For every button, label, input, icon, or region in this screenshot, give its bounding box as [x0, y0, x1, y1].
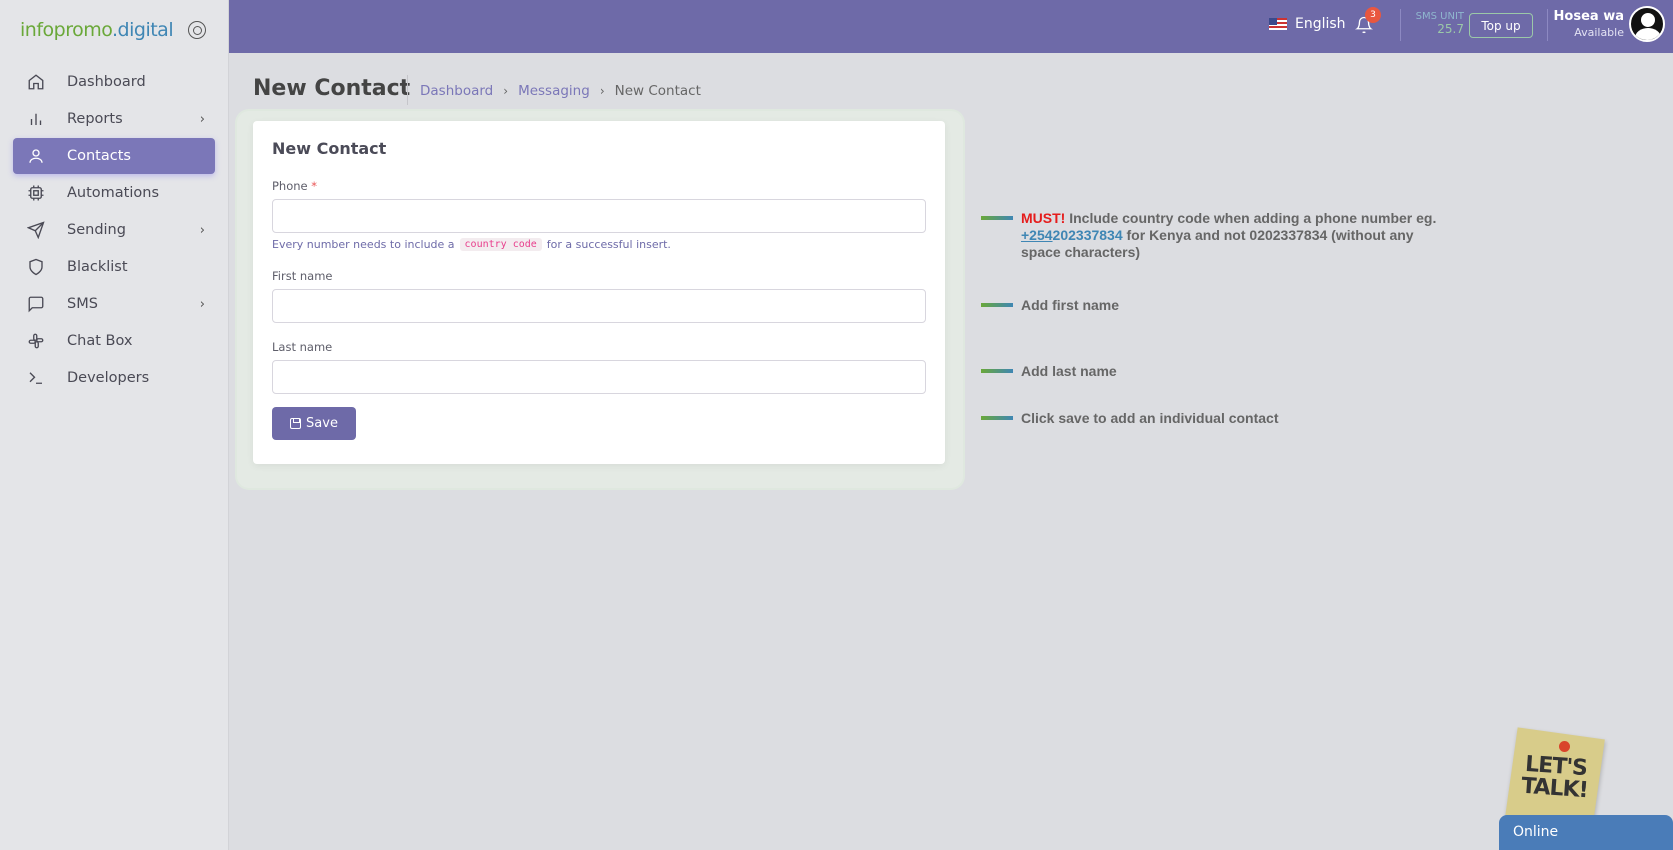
send-icon — [25, 219, 47, 241]
notification-count-badge: 3 — [1365, 7, 1381, 23]
last-name-label: Last name — [272, 340, 333, 354]
tip-phone-text1: Include country code when adding a phone… — [1069, 210, 1437, 226]
user-status: Available — [1574, 26, 1624, 39]
user-info[interactable]: Hosea wa Available — [1529, 9, 1624, 39]
tip-bar — [981, 369, 1013, 373]
topbar-divider — [1400, 9, 1401, 41]
chevron-right-icon: › — [199, 297, 205, 312]
lets-talk-text: LET'S TALK! — [1520, 752, 1589, 804]
tip-text: Add first name — [1021, 297, 1120, 313]
save-button[interactable]: Save — [272, 407, 356, 440]
phone-input[interactable] — [272, 199, 926, 233]
tip-last-name: Add last name — [981, 363, 1451, 380]
tip-text: Click save to add an individual contact — [1021, 410, 1279, 426]
sidebar-collapse-icon[interactable] — [188, 21, 206, 39]
tip-bar — [981, 216, 1013, 220]
tip-text: Add last name — [1021, 363, 1117, 379]
tip-example-digits: 202337834 — [1052, 227, 1123, 243]
tip-bar — [981, 303, 1013, 307]
page-title: New Contact — [253, 76, 411, 101]
sidebar: infopromo.digital Dashboard Reports › Co… — [0, 0, 229, 850]
sidebar-item-label: Chat Box — [67, 333, 133, 349]
phone-hint-code: country code — [459, 238, 542, 251]
cpu-icon — [25, 182, 47, 204]
slack-icon — [25, 330, 47, 352]
sidebar-item-sms[interactable]: SMS › — [13, 286, 215, 322]
sidebar-item-label: SMS — [67, 296, 98, 312]
lets-talk-line2: TALK! — [1520, 773, 1589, 804]
breadcrumb: Dashboard › Messaging › New Contact — [420, 83, 701, 99]
user-icon — [25, 145, 47, 167]
topbar: English 3 SMS UNIT 25.7 Top up Hosea wa … — [229, 0, 1673, 53]
phone-hint-text: Every number needs to include a — [272, 238, 455, 251]
shield-icon — [25, 256, 47, 278]
new-contact-card: New Contact Phone * Every number needs t… — [253, 121, 945, 464]
sidebar-item-label: Sending — [67, 222, 126, 238]
sidebar-item-dashboard[interactable]: Dashboard — [13, 64, 215, 100]
chat-widget-online[interactable]: Online — [1499, 815, 1673, 850]
message-square-icon — [25, 293, 47, 315]
breadcrumb-divider — [407, 75, 408, 105]
logo-text-part2: .digital — [112, 19, 174, 41]
user-name: Hosea wa — [1553, 9, 1624, 24]
sidebar-item-label: Automations — [67, 185, 160, 201]
sidebar-item-label: Developers — [67, 370, 150, 386]
sidebar-item-contacts[interactable]: Contacts — [13, 138, 215, 174]
us-flag-icon — [1269, 18, 1287, 30]
first-name-label: First name — [272, 269, 333, 283]
sidebar-item-label: Blacklist — [67, 259, 128, 275]
chevron-right-icon: › — [599, 84, 605, 98]
sms-unit-value: 25.7 — [1437, 22, 1464, 36]
sidebar-item-label: Reports — [67, 111, 123, 127]
save-icon — [290, 418, 302, 429]
phone-label: Phone * — [272, 179, 926, 193]
sidebar-item-reports[interactable]: Reports › — [13, 101, 215, 137]
tip-text: MUST! Include country code when adding a… — [1021, 210, 1451, 261]
sidebar-nav: Dashboard Reports › Contacts Automations… — [0, 60, 228, 396]
tip-first-name: Add first name — [981, 297, 1451, 314]
sms-unit-label: SMS UNIT — [1415, 11, 1464, 22]
lets-talk-sticker[interactable]: LET'S TALK! — [1505, 727, 1605, 829]
sms-unit-balance: SMS UNIT 25.7 — [1409, 11, 1464, 36]
brand: infopromo.digital — [0, 0, 228, 60]
language-selector[interactable]: English — [1269, 16, 1346, 32]
logo-text-part1: infopromo — [20, 19, 113, 41]
sidebar-item-developers[interactable]: Developers — [13, 360, 215, 396]
avatar[interactable] — [1629, 6, 1665, 42]
tip-phone: MUST! Include country code when adding a… — [981, 210, 1451, 261]
bar-chart-icon — [25, 108, 47, 130]
sidebar-item-label: Dashboard — [67, 74, 146, 90]
phone-label-text: Phone — [272, 179, 308, 193]
card-title: New Contact — [272, 139, 387, 158]
required-mark: * — [311, 179, 318, 193]
sidebar-item-blacklist[interactable]: Blacklist — [13, 249, 215, 285]
language-label: English — [1295, 16, 1346, 32]
top-up-button[interactable]: Top up — [1469, 13, 1533, 38]
sidebar-item-automations[interactable]: Automations — [13, 175, 215, 211]
chevron-right-icon: › — [503, 84, 509, 98]
chevron-right-icon: › — [199, 112, 205, 127]
first-name-input[interactable] — [272, 289, 926, 323]
tip-save: Click save to add an individual contact — [981, 410, 1451, 427]
tip-example-number: +254202337834 — [1021, 227, 1123, 243]
sidebar-item-sending[interactable]: Sending › — [13, 212, 215, 248]
sidebar-item-chat-box[interactable]: Chat Box — [13, 323, 215, 359]
tip-bar — [981, 416, 1013, 420]
terminal-icon — [25, 367, 47, 389]
phone-hint-text: for a successful insert. — [546, 238, 671, 251]
save-button-label: Save — [306, 416, 338, 431]
breadcrumb-messaging[interactable]: Messaging — [518, 83, 590, 99]
home-icon — [25, 71, 47, 93]
phone-hint: Every number needs to include a country … — [272, 238, 926, 251]
pushpin-icon — [1559, 741, 1570, 752]
tip-example-code: +254 — [1021, 227, 1053, 243]
breadcrumb-dashboard[interactable]: Dashboard — [420, 83, 493, 99]
last-name-input[interactable] — [272, 360, 926, 394]
chevron-right-icon: › — [199, 223, 205, 238]
breadcrumb-current: New Contact — [614, 83, 701, 99]
brand-logo[interactable]: infopromo.digital — [20, 19, 174, 41]
tip-must: MUST! — [1021, 210, 1066, 226]
sidebar-item-label: Contacts — [67, 148, 131, 164]
